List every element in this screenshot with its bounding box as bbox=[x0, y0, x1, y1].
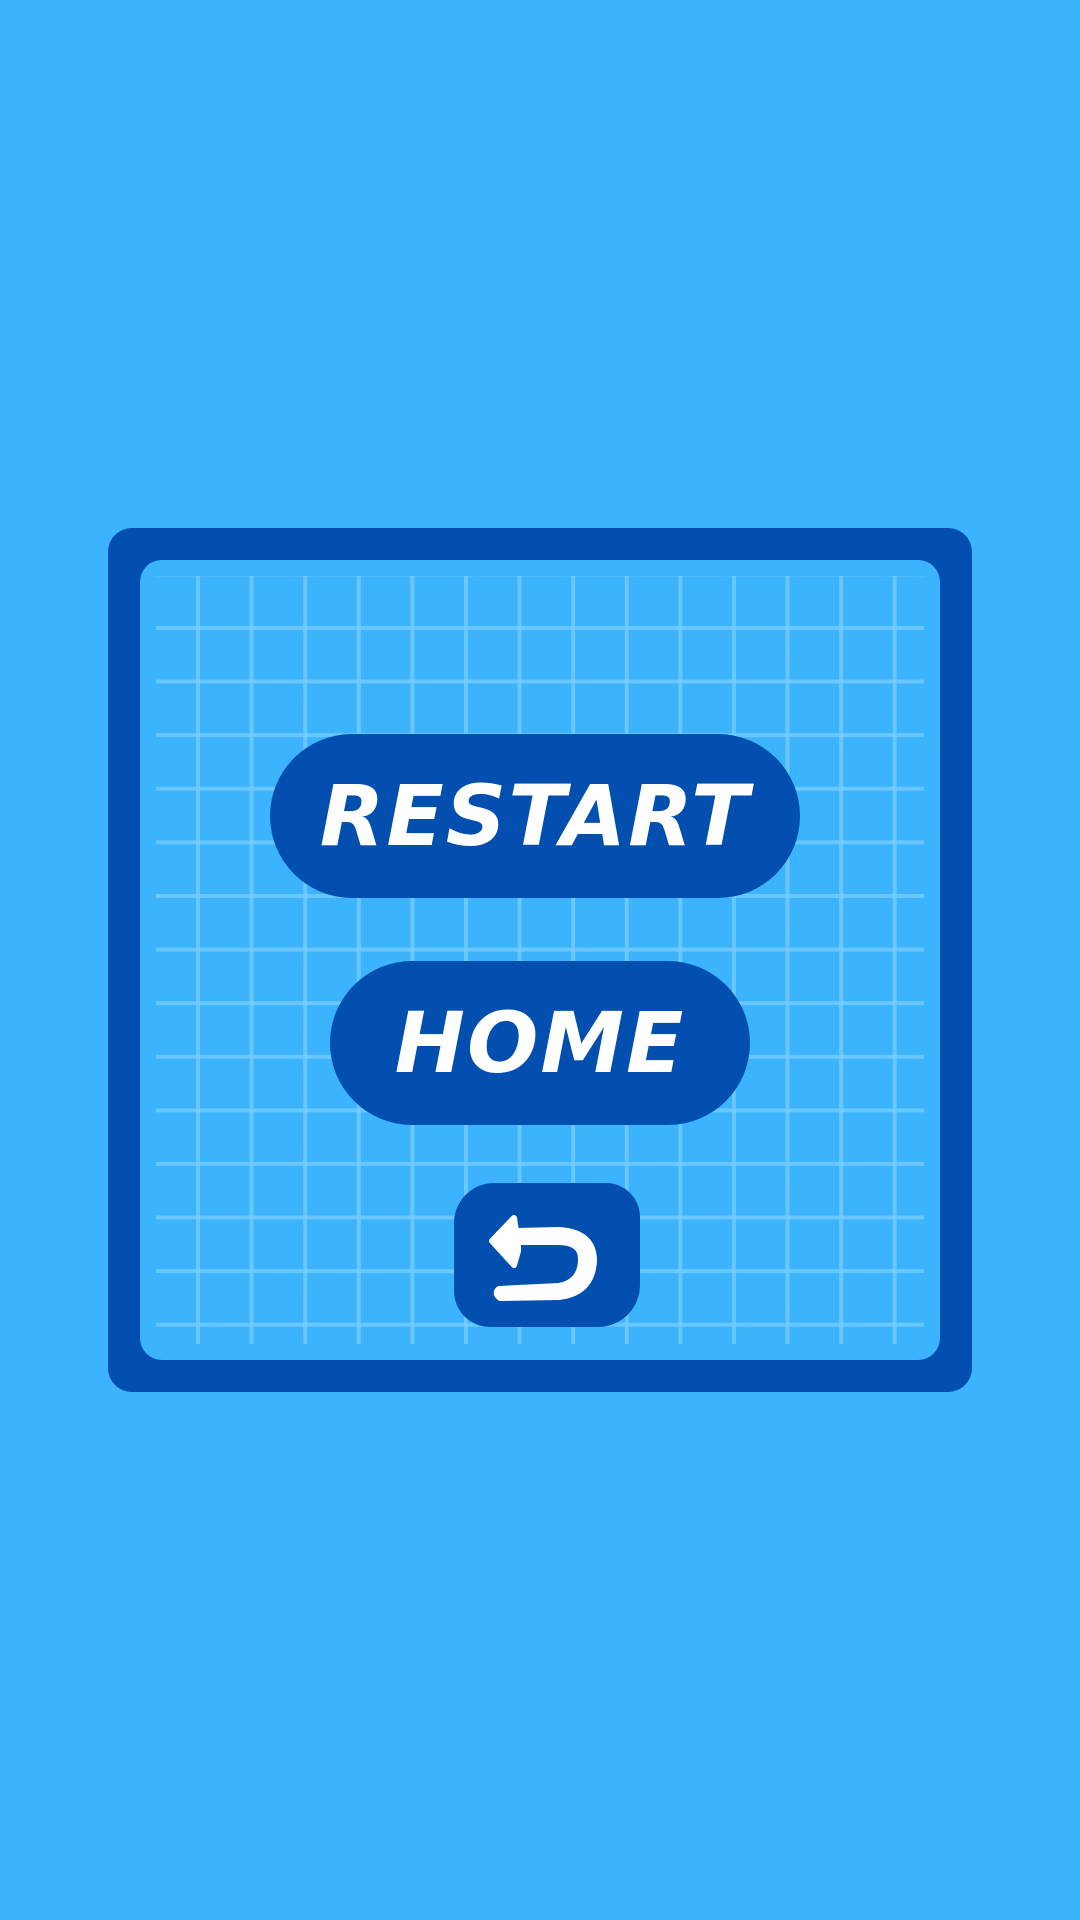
home-button-label: HOME bbox=[394, 994, 686, 1092]
restart-button[interactable]: RESTART bbox=[270, 734, 800, 898]
home-button[interactable]: HOME bbox=[330, 961, 750, 1125]
back-button[interactable] bbox=[454, 1183, 640, 1327]
restart-button-label: RESTART bbox=[319, 767, 751, 865]
undo-arrow-icon bbox=[489, 1215, 597, 1301]
